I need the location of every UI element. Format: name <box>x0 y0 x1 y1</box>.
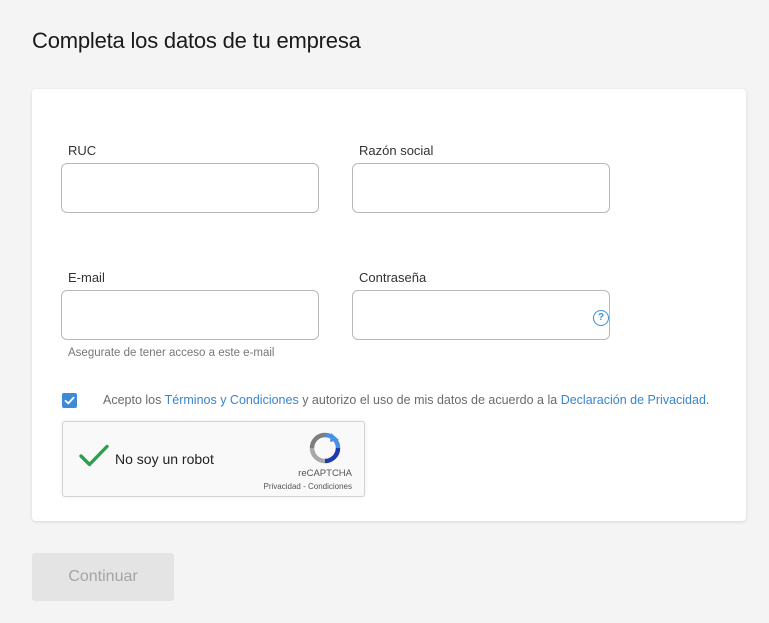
recaptcha-label: No soy un robot <box>115 451 214 467</box>
email-input[interactable] <box>61 290 319 340</box>
terms-text-before: Acepto los <box>103 393 165 407</box>
recaptcha-widget: No soy un robot reCAPTCHA Privacidad - C… <box>62 421 365 497</box>
green-check-icon[interactable] <box>78 443 110 469</box>
privacy-link[interactable]: Declaración de Privacidad <box>561 393 706 407</box>
password-label: Contraseña <box>359 270 427 285</box>
terms-text-middle: y autorizo el uso de mis datos de acuerd… <box>298 393 561 407</box>
terms-text: Acepto los Términos y Condiciones y auto… <box>103 393 709 407</box>
company-form-card: RUC Razón social E-mail Asegurate de ten… <box>32 89 746 521</box>
continue-button[interactable]: Continuar <box>32 553 174 601</box>
recaptcha-terms-link[interactable]: Condiciones <box>308 482 352 491</box>
recaptcha-links-separator: - <box>300 482 308 491</box>
ruc-input[interactable] <box>61 163 319 213</box>
terms-text-after: . <box>705 393 710 407</box>
recaptcha-privacy-link[interactable]: Privacidad <box>264 482 301 491</box>
ruc-label: RUC <box>68 143 97 158</box>
checkmark-icon <box>64 396 75 405</box>
recaptcha-brand: reCAPTCHA <box>298 468 352 479</box>
razon-social-label: Razón social <box>359 143 434 158</box>
razon-social-input[interactable] <box>352 163 610 213</box>
page-title: Completa los datos de tu empresa <box>32 28 361 53</box>
terms-checkbox[interactable] <box>62 393 77 408</box>
recaptcha-logo-icon <box>309 432 341 464</box>
help-circle-icon[interactable]: ? <box>593 310 609 326</box>
password-input[interactable] <box>352 290 610 340</box>
email-label: E-mail <box>68 270 105 285</box>
recaptcha-links: Privacidad - Condiciones <box>264 482 353 491</box>
email-hint: Asegurate de tener acceso a este e-mail <box>68 347 275 359</box>
terms-link[interactable]: Términos y Condiciones <box>165 393 299 407</box>
